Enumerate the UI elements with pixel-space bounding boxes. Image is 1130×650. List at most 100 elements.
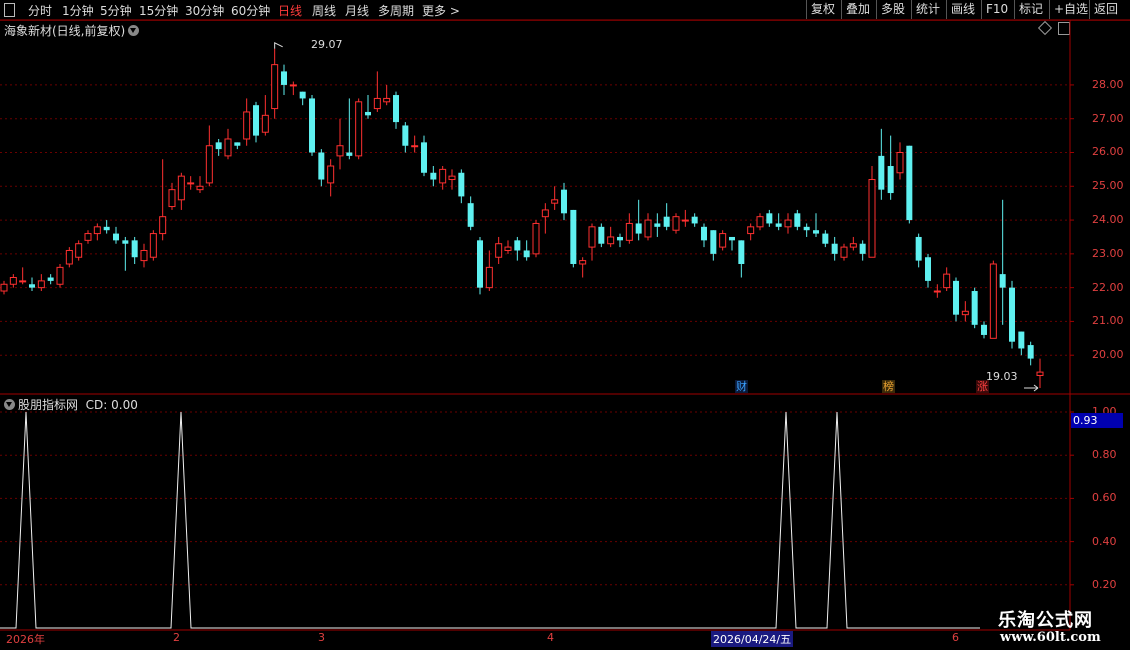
- candle-body: [719, 233, 727, 248]
- candle-body: [532, 222, 540, 255]
- candle-body: [159, 216, 167, 235]
- candle-body: [878, 155, 885, 190]
- price-tick-label: 25.00: [1092, 179, 1124, 193]
- candle-body: [953, 280, 959, 315]
- candle-body: [710, 230, 717, 254]
- candle-body: [868, 179, 876, 258]
- candle-body: [281, 71, 287, 85]
- candle-body: [803, 226, 810, 231]
- watermark-title: 乐淘公式网: [998, 610, 1093, 631]
- price-tick-label: 26.00: [1092, 145, 1124, 159]
- candle-body: [224, 138, 232, 157]
- candle-body: [831, 243, 838, 254]
- candle-body: [1018, 331, 1025, 349]
- candle-body: [327, 165, 335, 184]
- candle-body: [989, 263, 997, 339]
- x-label-mar: 3: [318, 631, 325, 644]
- candle-body: [299, 91, 306, 99]
- candle-body: [681, 219, 689, 222]
- candle-body: [383, 97, 391, 103]
- finance-marker[interactable]: 财: [735, 380, 748, 393]
- candle-body: [393, 95, 399, 123]
- candle-body: [103, 226, 110, 231]
- candle-body: [579, 260, 587, 265]
- indicator-name: 股朋指标网: [18, 398, 79, 412]
- candle-body: [663, 216, 670, 227]
- candle-body: [747, 226, 755, 235]
- candle-body: [29, 284, 35, 288]
- candle-body: [0, 283, 8, 292]
- candle-body: [514, 240, 521, 251]
- indicator-tick-label: 0.20: [1092, 577, 1117, 591]
- x-label-jun: 6: [952, 631, 959, 644]
- candle-body: [253, 105, 259, 136]
- candle-body: [588, 226, 596, 248]
- candle-body: [37, 280, 45, 289]
- candle-body: [635, 223, 642, 234]
- indicator-line: [0, 411, 980, 629]
- candle-body: [981, 324, 987, 335]
- indicator-title[interactable]: 股朋指标网 CD: 0.00: [4, 396, 138, 413]
- candle-body: [701, 226, 707, 241]
- x-label-cursor-date: 2026/04/24/五: [711, 631, 794, 647]
- price-tick-label: 22.00: [1092, 280, 1124, 294]
- kline-chart[interactable]: [0, 0, 1130, 650]
- candle-body: [19, 280, 27, 283]
- candle-body: [887, 166, 894, 194]
- candle-body: [234, 142, 241, 146]
- indicator-dropdown-icon[interactable]: [4, 399, 15, 410]
- candle-body: [205, 145, 213, 184]
- candle-body: [896, 151, 904, 174]
- candle-body: [448, 175, 456, 181]
- candle-body: [691, 216, 698, 224]
- candle-body: [177, 175, 185, 201]
- candle-body: [961, 310, 969, 316]
- candle-body: [1027, 345, 1034, 359]
- price-tick-label: 28.00: [1092, 77, 1124, 91]
- candle-body: [775, 223, 782, 227]
- low-pointer: [1024, 384, 1039, 392]
- candle-body: [999, 274, 1006, 288]
- price-tick-label: 24.00: [1092, 213, 1124, 227]
- candle-body: [93, 226, 101, 235]
- candle-body: [365, 111, 371, 116]
- candle-body: [47, 277, 54, 281]
- candle-body: [187, 182, 195, 185]
- candle-body: [561, 189, 567, 214]
- candle-body: [243, 111, 251, 140]
- candle-body: [75, 243, 83, 258]
- candle-body: [644, 219, 652, 238]
- candle-body: [598, 226, 605, 244]
- price-tick-label: 20.00: [1092, 348, 1124, 362]
- candle-body: [346, 152, 353, 156]
- candle-body: [149, 233, 157, 258]
- candle-body: [421, 142, 427, 173]
- watermark-url: www.60lt.com: [1000, 630, 1101, 645]
- candle-body: [411, 145, 419, 148]
- low-price-label: 19.03: [986, 370, 1018, 383]
- candle-body: [84, 233, 92, 241]
- candle-body: [840, 246, 848, 258]
- candle-body: [822, 233, 829, 244]
- indicator-cd-value: CD: 0.00: [85, 398, 138, 412]
- candle-body: [271, 64, 279, 110]
- candle-body: [122, 240, 129, 244]
- rank-marker[interactable]: 榜: [882, 380, 895, 393]
- candle-body: [523, 250, 530, 258]
- candle-body: [654, 223, 661, 227]
- candle-body: [439, 168, 447, 184]
- indicator-tick-label: 0.60: [1092, 491, 1117, 505]
- price-tick-label: 21.00: [1092, 314, 1124, 328]
- candle-body: [756, 216, 764, 228]
- candle-body: [849, 243, 857, 248]
- candle-body: [672, 216, 680, 231]
- candle-body: [140, 249, 148, 262]
- candle-body: [504, 246, 512, 251]
- candle-body: [625, 222, 633, 241]
- candle-body: [318, 152, 325, 180]
- candle-body: [925, 257, 931, 281]
- limit-up-marker[interactable]: 涨: [976, 380, 989, 393]
- indicator-tick-label: 0.80: [1092, 448, 1117, 462]
- candle-body: [336, 145, 344, 157]
- candle-body: [402, 125, 409, 146]
